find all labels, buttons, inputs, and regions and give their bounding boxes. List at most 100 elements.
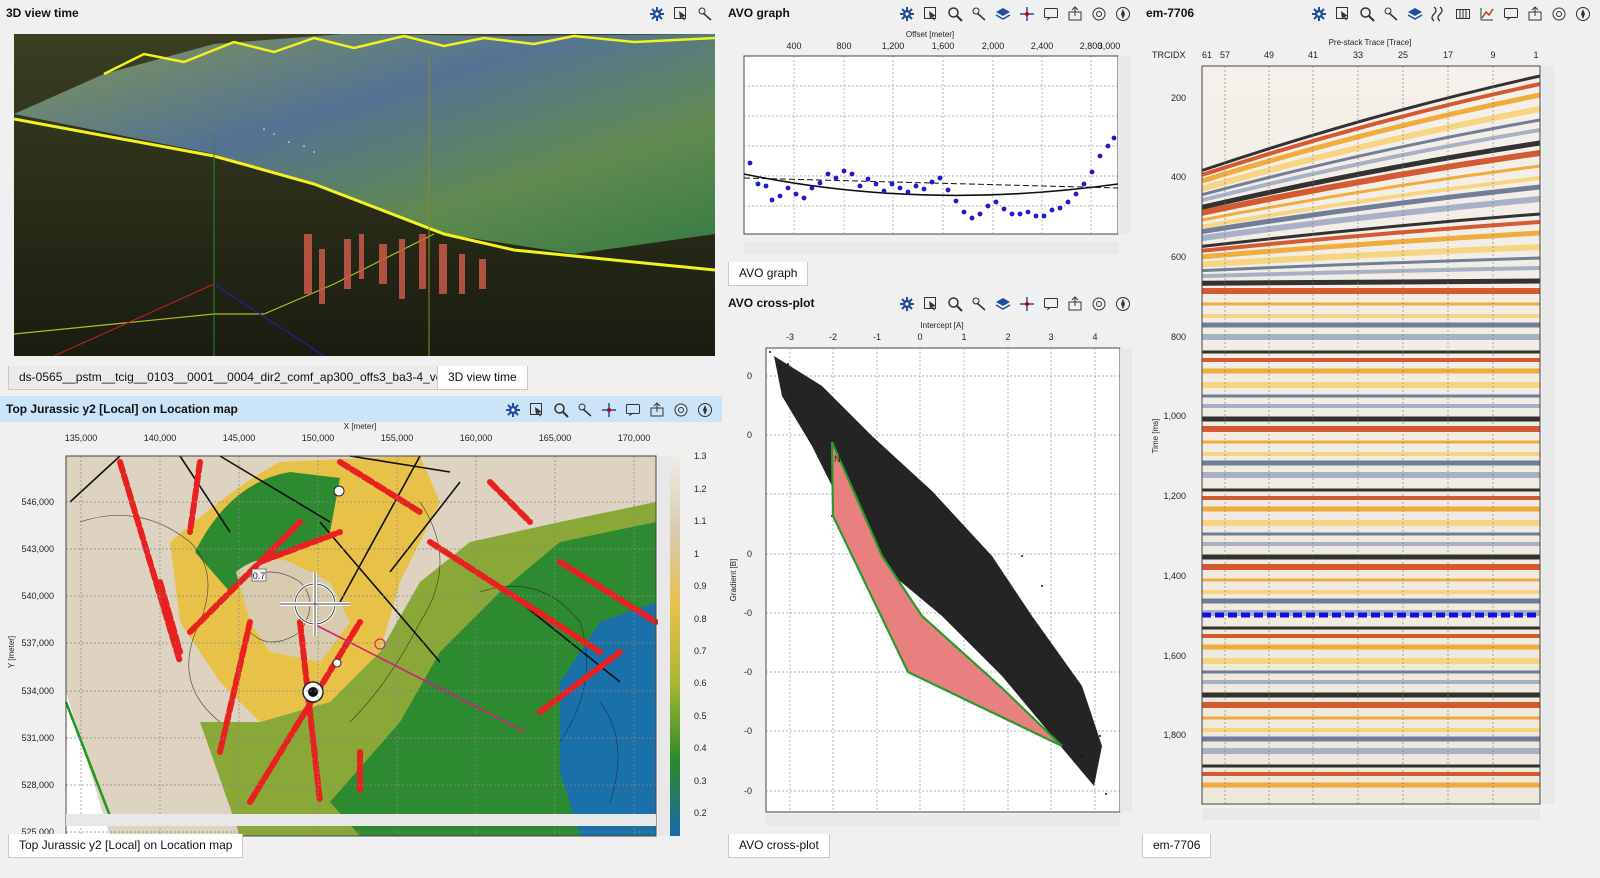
map-ytick: 537,000: [21, 638, 54, 648]
zoom-icon[interactable]: [550, 400, 572, 420]
avo-cross-tab[interactable]: AVO cross-plot: [728, 834, 830, 858]
settings-icon[interactable]: [896, 4, 918, 24]
seismic-tab[interactable]: em-7706: [1142, 834, 1212, 858]
seismic-xtick: 61: [1202, 50, 1212, 60]
pick-icon[interactable]: [968, 294, 990, 314]
map-ytick: 540,000: [21, 591, 54, 601]
export-icon[interactable]: [1064, 4, 1086, 24]
avo-cross-toolbar: [896, 294, 1134, 314]
view3d-tab-view[interactable]: 3D view time: [437, 366, 528, 390]
location-map-canvas[interactable]: X [meter] 135,000 140,000 145,000 150,00…: [0, 422, 722, 852]
view3d-canvas[interactable]: [14, 34, 715, 356]
avo-cross-xtick: -3: [786, 332, 794, 342]
comment-icon[interactable]: [622, 400, 644, 420]
layers-icon[interactable]: [992, 294, 1014, 314]
avo-graph-scrollbar-h[interactable]: [744, 242, 1118, 254]
seismic-panel: em-7706 Pre-stack Trace [Trace] TRCIDX 6…: [1140, 0, 1600, 878]
avo-cross-ytick: 0: [747, 549, 752, 559]
settings-icon[interactable]: [502, 400, 524, 420]
map-xtick: 140,000: [144, 433, 177, 443]
pick-icon[interactable]: [574, 400, 596, 420]
avo-polygon-label: New polygon 2: [834, 454, 894, 464]
avo-graph-canvas[interactable]: Offset [meter] 400 800 1,200 1,600 2,000…: [722, 26, 1140, 258]
avo-graph-scrollbar-v[interactable]: [1118, 56, 1130, 234]
seismic-ytick: 1,200: [1163, 491, 1186, 501]
seismic-xticks: 61 57 49 41 33 25 17 9 1: [1202, 50, 1539, 60]
export-icon[interactable]: [1064, 294, 1086, 314]
crosshair-icon[interactable]: [1016, 294, 1038, 314]
select-icon[interactable]: [920, 294, 942, 314]
map-xtick: 145,000: [223, 433, 256, 443]
map-ytick: 528,000: [21, 780, 54, 790]
seismic-scrollbar-h[interactable]: [1202, 808, 1540, 820]
target-icon[interactable]: [1548, 4, 1570, 24]
crosshair-icon[interactable]: [598, 400, 620, 420]
seismic-yticks: 200 400 600 800 1,000 1,200 1,400 1,600 …: [1163, 93, 1186, 740]
map-scrollbar-v[interactable]: [658, 456, 670, 836]
map-surface: 0.7: [64, 455, 659, 836]
avo-cross-xlabel: Intercept [A]: [920, 321, 963, 330]
seismic-xtick: 33: [1353, 50, 1363, 60]
pick-icon[interactable]: [694, 4, 716, 24]
target-icon[interactable]: [670, 400, 692, 420]
seismic-canvas[interactable]: Pre-stack Trace [Trace] TRCIDX 61 57 49 …: [1140, 26, 1600, 832]
crosshair-icon[interactable]: [1016, 4, 1038, 24]
map-xlabel: X [meter]: [344, 422, 376, 431]
comment-icon[interactable]: [1040, 294, 1062, 314]
seismic-ylabel: Time [ms]: [1151, 419, 1160, 454]
select-icon[interactable]: [526, 400, 548, 420]
view3d-tab-dataset[interactable]: ds-0565__pstm__tcig__0103__0001__0004_di…: [8, 366, 506, 390]
avo-graph-panel: AVO graph Offset [meter] 400 800 1,200 1…: [722, 0, 1140, 290]
location-map-tab[interactable]: Top Jurassic y2 [Local] on Location map: [8, 834, 244, 858]
compass-icon[interactable]: [1112, 294, 1134, 314]
wiggle-icon[interactable]: [1428, 4, 1450, 24]
seismic-toolbar: [1308, 4, 1594, 24]
compass-icon[interactable]: [694, 400, 716, 420]
layers-icon[interactable]: [1404, 4, 1426, 24]
target-icon[interactable]: [1088, 4, 1110, 24]
export-icon[interactable]: [646, 400, 668, 420]
layers-icon[interactable]: [992, 4, 1014, 24]
select-icon[interactable]: [920, 4, 942, 24]
avo-cross-canvas[interactable]: Intercept [A] -3 -2 -1 0 1 2 3 4 Gradien…: [722, 316, 1140, 828]
comment-icon[interactable]: [1040, 4, 1062, 24]
compass-icon[interactable]: [1572, 4, 1594, 24]
seismic-scrollbar-v[interactable]: [1542, 66, 1554, 804]
avo-cross-xtick: 1: [961, 332, 966, 342]
zoom-icon[interactable]: [1356, 4, 1378, 24]
settings-icon[interactable]: [646, 4, 668, 24]
pick-icon[interactable]: [968, 4, 990, 24]
avo-graph-titlebar: AVO graph: [722, 0, 1140, 26]
colorbar-tick: 0.4: [694, 743, 707, 753]
settings-icon[interactable]: [1308, 4, 1330, 24]
chart-icon[interactable]: [1476, 4, 1498, 24]
seismic-reflection: [1201, 278, 1541, 286]
compass-icon[interactable]: [1112, 4, 1134, 24]
location-map-title: Top Jurassic y2 [Local] on Location map: [6, 402, 238, 416]
comment-icon[interactable]: [1500, 4, 1522, 24]
seismic-trace-header: TRCIDX: [1152, 50, 1186, 60]
target-icon[interactable]: [1088, 294, 1110, 314]
settings-icon[interactable]: [896, 294, 918, 314]
zoom-icon[interactable]: [944, 294, 966, 314]
avo-cross-ytick: -0: [744, 667, 752, 677]
grid-icon[interactable]: [1452, 4, 1474, 24]
select-icon[interactable]: [1332, 4, 1354, 24]
avo-graph-tab[interactable]: AVO graph: [728, 262, 809, 286]
avo-graph-xtick: 3,000: [1098, 41, 1121, 51]
colorbar-tick: 1.3: [694, 451, 707, 461]
colorbar-tick: 0.8: [694, 614, 707, 624]
avo-graph-xtick: 2,400: [1031, 41, 1054, 51]
avo-cross-ytick: -0: [744, 608, 752, 618]
avo-cross-scrollbar-v[interactable]: [1120, 348, 1132, 812]
map-ytick: 546,000: [21, 497, 54, 507]
colorbar-tick: 0.9: [694, 581, 707, 591]
pick-icon[interactable]: [1380, 4, 1402, 24]
colorbar-tick: 0.5: [694, 711, 707, 721]
avo-cross-scrollbar-h[interactable]: [766, 814, 1120, 826]
avo-cross-titlebar: AVO cross-plot: [722, 290, 1140, 316]
zoom-icon[interactable]: [944, 4, 966, 24]
select-icon[interactable]: [670, 4, 692, 24]
map-scrollbar-h[interactable]: [66, 814, 656, 826]
export-icon[interactable]: [1524, 4, 1546, 24]
